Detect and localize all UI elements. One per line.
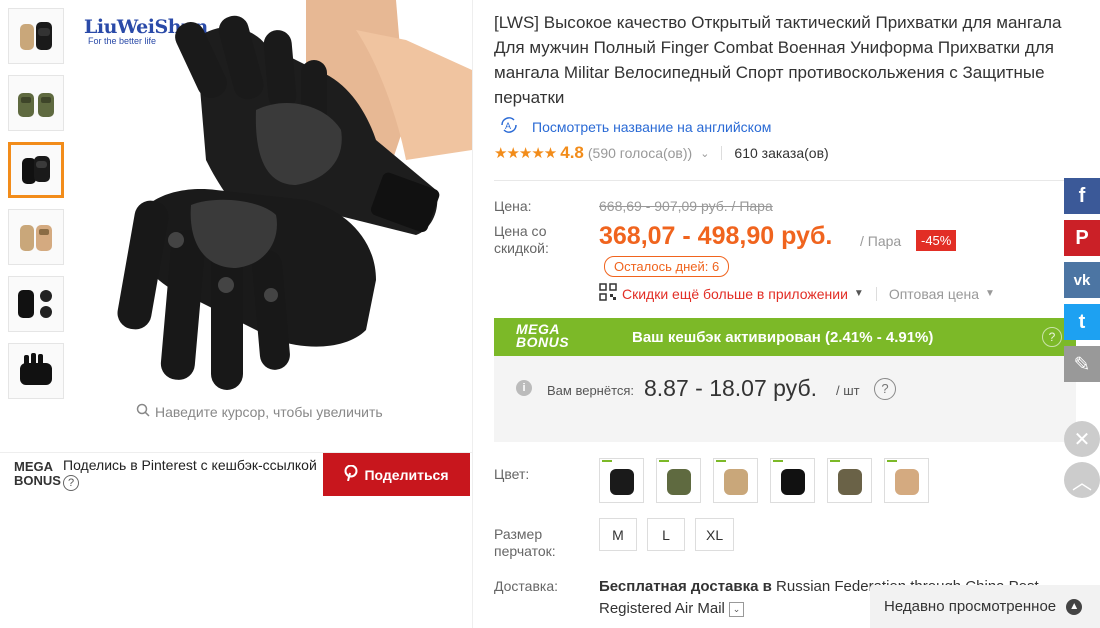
edit-icon[interactable]: ✎ [1064, 346, 1100, 382]
mega-bonus-logo-small: MEGA BONUS [14, 460, 61, 488]
thumbnail-list [8, 8, 68, 410]
chevron-down-icon[interactable]: ⌄ [729, 601, 745, 617]
app-discount-link[interactable]: Скидки ещё больше в приложении [622, 286, 848, 302]
thumbnail[interactable] [8, 343, 64, 399]
pinterest-share-bar: MEGA BONUS Поделись в Pinterest с кешбэк… [0, 452, 472, 497]
thumbnail-active[interactable] [8, 142, 64, 198]
color-swatch[interactable] [827, 458, 872, 503]
votes-link[interactable]: (590 голоса(ов)) [588, 145, 692, 161]
zoom-hint: Наведите курсор, чтобы увеличить [136, 403, 383, 420]
color-swatches [599, 458, 929, 503]
chevron-up-icon: ▲ [1066, 598, 1083, 615]
divider [494, 180, 1064, 181]
separator [875, 286, 877, 301]
column-divider [472, 0, 473, 628]
old-price: 668,69 - 907,09 руб. / Пара [599, 198, 773, 214]
days-left-badge: Осталось дней: 6 [604, 256, 730, 277]
wholesale-price-link[interactable]: Оптовая цена [889, 286, 979, 302]
mega-bonus-banner: MEGA BONUS Ваш кешбэк активирован (2.41%… [494, 318, 1076, 356]
svg-text:A: A [505, 121, 511, 131]
facebook-icon[interactable]: f [1064, 178, 1100, 214]
english-title-link[interactable]: A Посмотреть название на английском [494, 116, 1064, 137]
pinterest-icon[interactable]: P [1064, 220, 1100, 256]
size-option[interactable]: XL [695, 518, 735, 551]
help-icon[interactable]: ? [63, 475, 79, 491]
cashback-unit: / шт [836, 383, 860, 398]
color-swatch[interactable] [656, 458, 701, 503]
main-product-image[interactable]: LiuWeiShun For the better life Наведите … [76, 0, 472, 440]
rating-stars: ★★★★★ [494, 145, 557, 162]
discount-badge: -45% [916, 230, 957, 251]
mega-bonus-logo: MEGA BONUS [516, 321, 570, 350]
caret-down-icon[interactable]: ▼ [985, 288, 995, 299]
app-discount-row: Скидки ещё больше в приложении ▼ Оптовая… [599, 283, 995, 304]
recently-viewed-button[interactable]: Недавно просмотренное ▲ [870, 585, 1100, 628]
chevron-down-icon[interactable]: ⌄ [700, 147, 709, 160]
color-swatch[interactable] [770, 458, 815, 503]
close-icon[interactable]: ✕ [1064, 421, 1100, 457]
orders-count: 610 заказа(ов) [734, 145, 829, 161]
delivery-label: Доставка: [494, 578, 559, 594]
thumbnail[interactable] [8, 276, 64, 332]
help-icon[interactable]: ? [874, 378, 896, 400]
rating-value: 4.8 [560, 143, 584, 162]
twitter-icon[interactable]: t [1064, 304, 1100, 340]
size-option[interactable]: L [647, 518, 685, 551]
glove-image [117, 0, 472, 390]
scroll-top-icon[interactable]: ︿ [1064, 462, 1100, 498]
cashback-label: Вам вернётся: [547, 383, 635, 398]
help-icon[interactable]: ? [1042, 327, 1062, 347]
vk-icon[interactable]: vk [1064, 262, 1100, 298]
qr-code-icon [599, 283, 617, 304]
color-swatch[interactable] [884, 458, 929, 503]
size-option[interactable]: M [599, 518, 637, 551]
color-swatch[interactable] [599, 458, 644, 503]
thumbnail[interactable] [8, 8, 64, 64]
discount-price: 368,07 - 498,90 руб. [599, 222, 833, 250]
thumbnail[interactable] [8, 75, 64, 131]
translate-icon: A [494, 116, 524, 137]
cashback-value: 8.87 - 18.07 руб. [644, 375, 818, 401]
price-label: Цена: [494, 198, 532, 214]
color-swatch[interactable] [713, 458, 758, 503]
thumbnail[interactable] [8, 209, 64, 265]
social-share-sidebar: f P vk t ✎ [1064, 178, 1100, 388]
cashback-activated-text: Ваш кешбэк активирован (2.41% - 4.91%) [632, 329, 934, 346]
pinterest-icon [344, 464, 358, 484]
info-icon: i [516, 380, 532, 396]
size-label: Размер перчаток: [494, 526, 556, 559]
caret-down-icon[interactable]: ▼ [854, 288, 864, 299]
share-text: Поделись в Pinterest с кешбэк-ссылкой ? [63, 457, 317, 491]
separator [721, 146, 723, 160]
share-button[interactable]: Поделиться [323, 453, 470, 496]
product-info: [LWS] Высокое качество Открытый тактичес… [494, 10, 1064, 163]
search-icon [136, 403, 150, 420]
product-title: [LWS] Высокое качество Открытый тактичес… [494, 13, 1062, 107]
cashback-box: i Вам вернётся: 8.87 - 18.07 руб. / шт ? [494, 356, 1076, 442]
color-label: Цвет: [494, 466, 530, 482]
discount-price-label: Цена со скидкой: [494, 223, 549, 256]
price-unit: / Пара [860, 233, 902, 249]
rating-row: ★★★★★ 4.8 (590 голоса(ов)) ⌄ 610 заказа(… [494, 143, 1064, 163]
size-options: M L XL [599, 518, 735, 551]
